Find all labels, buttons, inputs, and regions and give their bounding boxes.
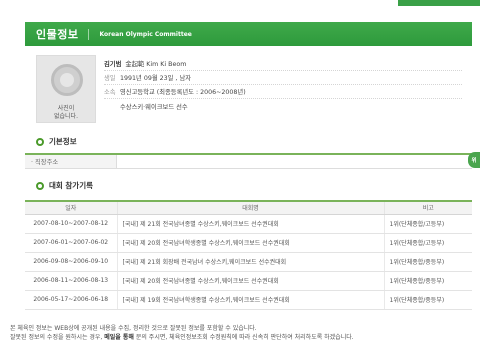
records-header-row: 일자 대회명 비고 — [25, 200, 472, 215]
disclaimer-footer: 본 체육인 정보는 WEB상에 공개된 내용을 수집, 정리한 것으로 잘못된 … — [10, 324, 472, 342]
profile-photo-placeholder: 사진이 없습니다. — [36, 55, 96, 123]
header-divider — [88, 28, 90, 40]
profile-info: 김기범 金起範 Kim Ki Beom 생일 1991년 09월 23일 , 남… — [104, 57, 462, 113]
record-event: [국내] 제 20회 전국남녀종별 수상스키,웨이크보드 선수권대회 — [116, 271, 384, 291]
column-header-note: 비고 — [383, 200, 472, 215]
record-date: 2006-09-08~2006-09-10 — [25, 252, 117, 272]
page-subtitle: Korean Olympic Committee — [99, 30, 192, 38]
sport-value: 수상스키·웨이크보드 선수 — [120, 103, 188, 111]
profile-affiliation-row: 소속 영신고등학교 (최종등록년도 : 2006~2008년) — [104, 85, 462, 99]
record-note: 1위(단체종합/고등부) — [383, 233, 472, 253]
column-header-event: 대회명 — [116, 200, 384, 215]
profile-sport-row: 수상스키·웨이크보드 선수 — [104, 99, 462, 113]
top-green-tab — [398, 0, 480, 6]
page-header-bar: 인물정보 Korean Olympic Committee — [25, 22, 472, 46]
record-date: 2007-06-01~2007-06-02 — [25, 233, 117, 253]
affiliation-label: 소속 — [104, 89, 116, 96]
table-row: 2007-08-10~2007-08-12 [국내] 제 21회 전국남녀종별 … — [25, 214, 472, 234]
work-address-header: · 직장주소 — [25, 155, 117, 168]
user-silhouette-icon — [51, 64, 83, 96]
email-contact-link[interactable]: 메일을 통해 — [104, 334, 134, 341]
section-bullet-icon — [36, 181, 44, 190]
photo-placeholder-label: 사진이 없습니다. — [37, 105, 95, 121]
record-date: 2007-08-10~2007-08-12 — [25, 214, 117, 234]
photo-label-line1: 사진이 — [57, 105, 75, 112]
column-header-date: 일자 — [25, 200, 117, 215]
side-floating-tab[interactable]: 위 — [468, 152, 480, 168]
record-event: [국내] 제 21회 회장배 전국남녀 수상스키,웨이크보드 선수권대회 — [116, 252, 384, 272]
record-note: 1위(단체종합/고등부) — [383, 214, 472, 234]
table-row: 2006-05-17~2006-06-18 [국내] 제 19회 전국남녀학생종… — [25, 290, 472, 310]
disclaimer-line2-pre: 잘못된 정보의 수정을 원하시는 경우, — [10, 334, 105, 341]
records-heading: 대회 참가기록 — [36, 180, 93, 191]
profile-birth-row: 생일 1991년 09월 23일 , 남자 — [104, 71, 462, 85]
records-table: 일자 대회명 비고 2007-08-10~2007-08-12 [국내] 제 2… — [25, 200, 472, 310]
records-title: 대회 참가기록 — [49, 181, 94, 190]
birth-value: 1991년 09월 23일 , 남자 — [120, 75, 192, 82]
record-date: 2006-05-17~2006-06-18 — [25, 290, 117, 310]
basic-info-heading: 기본정보 — [36, 136, 77, 147]
affiliation-value: 영신고등학교 (최종등록년도 : 2006~2008년) — [120, 89, 246, 96]
record-note: 1위(단체종합/중등부) — [383, 290, 472, 310]
table-row: 2007-06-01~2007-06-02 [국내] 제 20회 전국남녀학생종… — [25, 233, 472, 253]
photo-label-line2: 없습니다. — [54, 113, 78, 120]
record-date: 2006-08-11~2006-08-13 — [25, 271, 117, 291]
table-row: 2006-08-11~2006-08-13 [국내] 제 20회 전국남녀종별 … — [25, 271, 472, 291]
athlete-name-hanja-en: 金起範 Kim Ki Beom — [125, 61, 187, 68]
disclaimer-line2-post: 문의 주시면, 체육인정보조회 수정원칙에 따라 신속히 판단하여 처리하도록 … — [133, 334, 354, 341]
disclaimer-line1: 본 체육인 정보는 WEB상에 공개된 내용을 수집, 정리한 것으로 잘못된 … — [10, 325, 257, 332]
disclaimer-line2: 잘못된 정보의 수정을 원하시는 경우, 메일을 통해 문의 주시면, 체육인정… — [10, 333, 472, 342]
table-row: 2006-09-08~2006-09-10 [국내] 제 21회 회장배 전국남… — [25, 252, 472, 272]
record-event: [국내] 제 19회 전국남녀학생종별 수상스키,웨이크보드 선수권대회 — [116, 290, 384, 310]
birth-label: 생일 — [104, 75, 116, 82]
record-event: [국내] 제 20회 전국남녀학생종별 수상스키,웨이크보드 선수권대회 — [116, 233, 384, 253]
section-bullet-icon — [36, 137, 44, 146]
profile-name-row: 김기범 金起範 Kim Ki Beom — [104, 57, 462, 71]
address-table: · 직장주소 — [25, 153, 472, 169]
record-event: [국내] 제 21회 전국남녀종별 수상스키,웨이크보드 선수권대회 — [116, 214, 384, 234]
athlete-name: 김기범 — [104, 61, 122, 68]
record-note: 1위(단체종합/중등부) — [383, 252, 472, 272]
record-note: 1위(단체종합/중등부) — [383, 271, 472, 291]
basic-info-title: 기본정보 — [49, 137, 77, 146]
page-title: 인물정보 — [36, 28, 79, 41]
